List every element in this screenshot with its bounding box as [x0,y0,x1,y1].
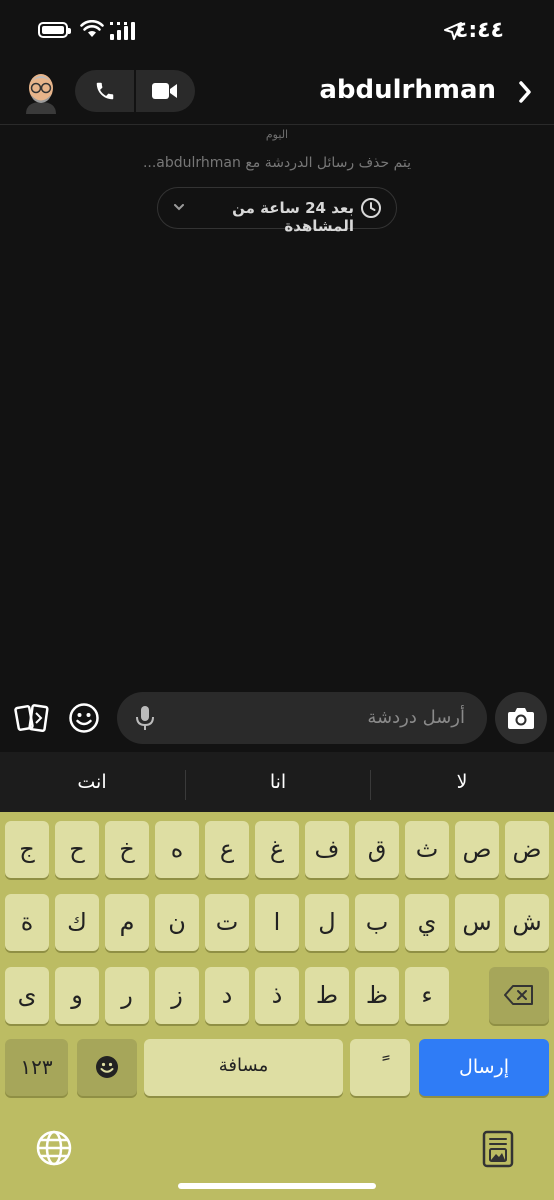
clock-icon [361,198,381,218]
diacritic-key[interactable]: ً [350,1039,410,1096]
letter-key[interactable]: د [205,967,249,1024]
letter-key[interactable]: ر [105,967,149,1024]
battery-icon [38,22,71,38]
status-time: ٤:٤٤ [454,18,504,43]
letter-key[interactable]: و [55,967,99,1024]
emoji-icon [96,1056,118,1078]
chat-deletion-info: يتم حذف رسائل الدردشة مع abdulrhman... [142,155,412,171]
letter-key[interactable]: ش [505,894,549,951]
letter-key[interactable]: ج [5,821,49,878]
camera-button[interactable] [495,692,547,744]
chat-timer-selector[interactable]: بعد 24 ساعة من المشاهدة [157,187,397,235]
globe-icon[interactable] [36,1130,72,1166]
suggestion-divider [370,770,371,800]
chat-input-placeholder: أرسل دردشة [367,707,465,728]
letter-key[interactable]: ا [255,894,299,951]
emoji-icon[interactable] [68,702,100,734]
call-divider [134,70,136,112]
keyboard: ضصثقفغعهخحج شسيبلاتنمكة ءظطذدزروى ١٢٣ مساف… [0,812,554,1200]
video-call-icon[interactable] [152,82,178,100]
letter-key[interactable]: ص [455,821,499,878]
letter-key[interactable]: ط [305,967,349,1024]
letter-key[interactable]: غ [255,821,299,878]
chevron-down-icon [174,204,184,211]
letter-key[interactable]: ظ [355,967,399,1024]
letter-key[interactable]: ض [505,821,549,878]
letter-key[interactable]: ه [155,821,199,878]
chat-message-input[interactable]: أرسل دردشة [117,692,487,744]
letter-key[interactable]: س [455,894,499,951]
letter-key[interactable]: ب [355,894,399,951]
letter-key[interactable]: ز [155,967,199,1024]
letter-key[interactable]: ق [355,821,399,878]
letter-key[interactable]: ء [405,967,449,1024]
letter-key[interactable]: ذ [255,967,299,1024]
status-bar: ٤:٤٤ [0,0,554,62]
cards-icon[interactable] [14,702,50,734]
suggestion-divider [185,770,186,800]
letter-key[interactable]: ي [405,894,449,951]
call-buttons-group [75,70,195,112]
chat-timer-label: بعد 24 ساعة من المشاهدة [232,199,354,235]
letter-key[interactable]: ع [205,821,249,878]
letter-key[interactable]: ح [55,821,99,878]
letter-key[interactable]: ث [405,821,449,878]
emoji-key[interactable] [77,1039,137,1096]
home-indicator[interactable] [178,1183,376,1189]
letter-key[interactable]: ك [55,894,99,951]
numbers-key[interactable]: ١٢٣ [5,1039,68,1096]
chat-input-bar: أرسل دردشة [0,684,554,752]
keyboard-suggestions: لا انا انت [0,752,554,812]
letter-key[interactable]: ن [155,894,199,951]
suggestion-item[interactable]: لا [370,752,554,812]
date-label: اليوم [265,128,289,141]
suggestion-item[interactable]: انت [0,752,184,812]
letter-key[interactable]: ة [5,894,49,951]
phone-call-icon[interactable] [93,80,117,102]
camera-icon [508,708,534,729]
send-key[interactable]: إرسال [419,1039,549,1096]
letter-key[interactable]: ف [305,821,349,878]
backspace-icon [504,985,533,1005]
chevron-right-icon[interactable] [518,80,532,104]
suggestion-item[interactable]: انا [186,752,370,812]
letter-key[interactable]: م [105,894,149,951]
microphone-icon[interactable] [135,705,155,731]
avatar[interactable] [22,70,60,114]
chat-username[interactable]: abdulrhman [319,75,496,105]
cellular-signal-icon [110,22,135,40]
letter-key[interactable]: ى [5,967,49,1024]
letter-key[interactable]: خ [105,821,149,878]
backspace-key[interactable] [489,967,549,1024]
letter-key[interactable]: ل [305,894,349,951]
letter-key[interactable]: ت [205,894,249,951]
keyboard-image-icon[interactable] [482,1130,514,1168]
space-key[interactable]: مسافة [144,1039,343,1096]
wifi-icon [80,20,104,37]
